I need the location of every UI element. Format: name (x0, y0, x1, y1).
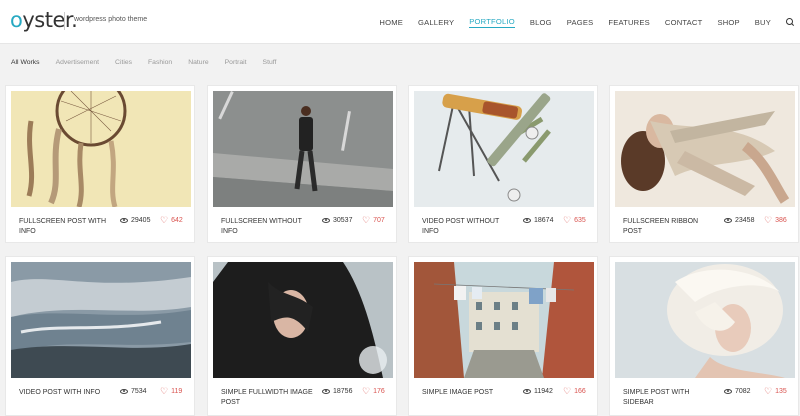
portfolio-card[interactable]: VIDEO POST WITH INFO 7534 ♡ 119 (5, 256, 195, 416)
card-thumbnail[interactable] (615, 91, 795, 207)
heart-icon[interactable]: ♡ (563, 216, 571, 225)
card-title[interactable]: FULLSCREEN WITHOUT INFO (221, 217, 316, 237)
filter-nature[interactable]: Nature (188, 59, 208, 66)
like-count[interactable]: ♡ 135 (764, 387, 787, 396)
card-thumbnail[interactable] (414, 262, 594, 378)
like-count[interactable]: ♡ 635 (563, 216, 586, 225)
eye-icon (724, 389, 732, 394)
eye-icon (120, 218, 128, 223)
card-title[interactable]: SIMPLE IMAGE POST (422, 388, 517, 398)
search-icon[interactable] (785, 17, 795, 27)
nav-shop[interactable]: SHOP (717, 18, 739, 27)
nav-contact[interactable]: CONTACT (665, 18, 703, 27)
like-count[interactable]: ♡ 176 (362, 387, 385, 396)
filter-cities[interactable]: Cities (115, 59, 132, 66)
filter-fashion[interactable]: Fashion (148, 59, 172, 66)
eye-icon (322, 218, 330, 223)
card-title[interactable]: SIMPLE FULLWIDTH IMAGE POST (221, 388, 316, 408)
like-count[interactable]: ♡ 707 (362, 216, 385, 225)
like-count[interactable]: ♡ 166 (563, 387, 586, 396)
filter-advertisement[interactable]: Advertisement (56, 59, 99, 66)
view-count: 18674 (523, 217, 553, 224)
heart-icon[interactable]: ♡ (764, 387, 772, 396)
like-count[interactable]: ♡ 386 (764, 216, 787, 225)
card-title[interactable]: VIDEO POST WITH INFO (19, 388, 114, 398)
site-tagline: wordpress photo theme (74, 16, 148, 23)
nav-buy[interactable]: BUY (755, 18, 771, 27)
card-title[interactable]: FULLSCREEN POST WITH INFO (19, 217, 114, 237)
heart-icon[interactable]: ♡ (362, 387, 370, 396)
portfolio-card[interactable]: FULLSCREEN WITHOUT INFO 30537 ♡ 707 (207, 85, 397, 243)
nav-portfolio[interactable]: PORTFOLIO (469, 17, 515, 28)
nav-blog[interactable]: BLOG (530, 18, 552, 27)
eye-icon (120, 389, 128, 394)
heart-icon[interactable]: ♡ (362, 216, 370, 225)
logo-divider (64, 12, 65, 30)
filter-all-works[interactable]: All Works (11, 59, 40, 66)
portfolio-card[interactable]: SIMPLE POST WITH SIDEBAR 7082 ♡ 135 (609, 256, 799, 416)
eye-icon (523, 389, 531, 394)
card-thumbnail[interactable] (213, 262, 393, 378)
eye-icon (322, 389, 330, 394)
filter-portrait[interactable]: Portrait (225, 59, 247, 66)
portfolio-card[interactable]: SIMPLE FULLWIDTH IMAGE POST 18756 ♡ 176 (207, 256, 397, 416)
nav-home[interactable]: HOME (379, 18, 403, 27)
portfolio-card[interactable]: FULLSCREEN POST WITH INFO 29405 ♡ 642 (5, 85, 195, 243)
site-header: oyster. wordpress photo theme HOME GALLE… (0, 0, 800, 44)
portfolio-filters: All Works Advertisement Cities Fashion N… (11, 59, 292, 66)
eye-icon (523, 218, 531, 223)
card-title[interactable]: VIDEO POST WITHOUT INFO (422, 217, 517, 237)
nav-features[interactable]: FEATURES (608, 18, 650, 27)
view-count: 30537 (322, 217, 352, 224)
view-count: 7534 (120, 388, 147, 395)
card-title[interactable]: SIMPLE POST WITH SIDEBAR (623, 388, 718, 408)
nav-gallery[interactable]: GALLERY (418, 18, 454, 27)
main-nav: HOME GALLERY PORTFOLIO BLOG PAGES FEATUR… (364, 0, 800, 44)
heart-icon[interactable]: ♡ (160, 216, 168, 225)
card-thumbnail[interactable] (11, 91, 191, 207)
portfolio-card[interactable]: VIDEO POST WITHOUT INFO 18674 ♡ 635 (408, 85, 598, 243)
like-count[interactable]: ♡ 119 (160, 387, 182, 396)
card-thumbnail[interactable] (11, 262, 191, 378)
card-thumbnail[interactable] (213, 91, 393, 207)
view-count: 18756 (322, 388, 352, 395)
card-thumbnail[interactable] (615, 262, 795, 378)
card-title[interactable]: FULLSCREEN RIBBON POST (623, 217, 718, 237)
view-count: 29405 (120, 217, 150, 224)
view-count: 23458 (724, 217, 754, 224)
portfolio-card[interactable]: SIMPLE IMAGE POST 11942 ♡ 166 (408, 256, 598, 416)
view-count: 11942 (523, 388, 553, 395)
portfolio-card[interactable]: FULLSCREEN RIBBON POST 23458 ♡ 386 (609, 85, 799, 243)
filter-stuff[interactable]: Stuff (263, 59, 277, 66)
eye-icon (724, 218, 732, 223)
heart-icon[interactable]: ♡ (764, 216, 772, 225)
site-logo[interactable]: oyster. (10, 8, 78, 32)
heart-icon[interactable]: ♡ (563, 387, 571, 396)
heart-icon[interactable]: ♡ (160, 387, 168, 396)
card-thumbnail[interactable] (414, 91, 594, 207)
nav-pages[interactable]: PAGES (567, 18, 594, 27)
like-count[interactable]: ♡ 642 (160, 216, 183, 225)
view-count: 7082 (724, 388, 751, 395)
